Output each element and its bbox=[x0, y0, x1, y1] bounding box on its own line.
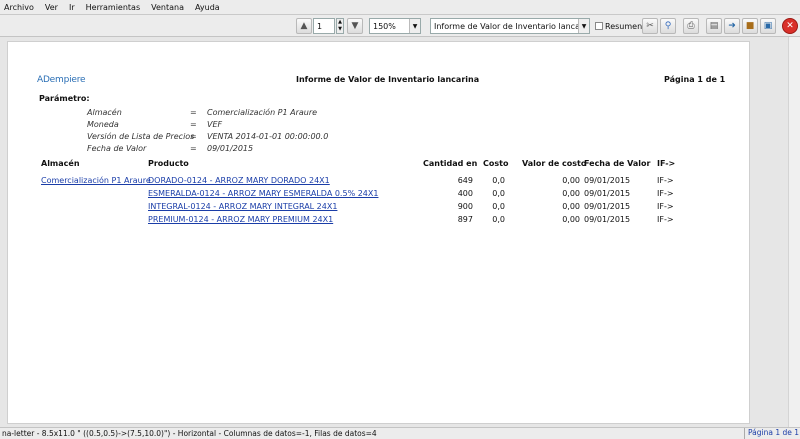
column-header-product: Producto bbox=[148, 159, 189, 168]
menu-ver[interactable]: Ver bbox=[45, 3, 58, 12]
report-viewport[interactable]: ADempiere Informe de Valor de Inventario… bbox=[0, 37, 800, 427]
date-cell: 09/01/2015 bbox=[584, 202, 631, 211]
param-heading: Parámetro: bbox=[39, 94, 90, 103]
archive-icon: ■ bbox=[745, 21, 755, 31]
param-row: Versión de Lista de Precios = VENTA 2014… bbox=[87, 132, 329, 141]
page-spinner[interactable]: ▲ ▼ bbox=[336, 18, 344, 34]
archive-button[interactable]: ■ bbox=[742, 18, 758, 34]
menu-herramientas[interactable]: Herramientas bbox=[86, 3, 141, 12]
send-button[interactable]: ➜ bbox=[724, 18, 740, 34]
quantity-cell: 900 bbox=[457, 202, 473, 211]
summary-label: Resumen bbox=[605, 22, 643, 31]
close-button[interactable]: ✕ bbox=[782, 18, 798, 34]
product-link[interactable]: DORADO-0124 - ARROZ MARY DORADO 24X1 bbox=[148, 176, 330, 185]
attach-button[interactable]: ▣ bbox=[760, 18, 776, 34]
vertical-scrollbar[interactable] bbox=[788, 37, 800, 427]
quantity-cell: 897 bbox=[457, 215, 473, 224]
export-button[interactable]: ▤ bbox=[706, 18, 722, 34]
chevron-down-icon: ▼ bbox=[578, 19, 589, 33]
send-icon: ➜ bbox=[728, 21, 736, 31]
close-icon: ✕ bbox=[786, 21, 794, 31]
column-header-cost: Costo bbox=[483, 159, 509, 168]
arrow-up-icon: ▲ bbox=[300, 21, 308, 31]
product-link[interactable]: ESMERALDA-0124 - ARROZ MARY ESMERALDA 0.… bbox=[148, 189, 378, 198]
column-header-warehouse: Almacén bbox=[41, 159, 80, 168]
column-header-cost-value: Valor de costo bbox=[522, 159, 587, 168]
find-button[interactable]: ⚲ bbox=[660, 18, 676, 34]
menu-ir[interactable]: Ir bbox=[69, 3, 75, 12]
print-button[interactable]: ⎙ bbox=[683, 18, 699, 34]
arrow-down-icon: ▼ bbox=[351, 21, 359, 31]
column-header-value-date: Fecha de Valor bbox=[584, 159, 651, 168]
column-header-if: IF-> bbox=[657, 159, 676, 168]
status-bar: na-letter - 8.5x11.0 " ((0.5,0.5)->(7.5,… bbox=[0, 427, 800, 439]
product-link[interactable]: PREMIUM-0124 - ARROZ MARY PREMIUM 24X1 bbox=[148, 215, 333, 224]
next-page-button[interactable]: ▼ bbox=[347, 18, 363, 34]
summary-checkbox[interactable] bbox=[595, 22, 603, 30]
cost-cell: 0,0 bbox=[492, 189, 505, 198]
zoom-select[interactable]: 150% ▼ bbox=[369, 18, 421, 34]
date-cell: 09/01/2015 bbox=[584, 176, 631, 185]
if-cell: IF-> bbox=[657, 189, 674, 198]
document-icon: ▣ bbox=[763, 21, 773, 31]
warehouse-link[interactable]: Comercialización P1 Araure bbox=[41, 176, 151, 185]
if-cell: IF-> bbox=[657, 202, 674, 211]
menu-bar: Archivo Ver Ir Herramientas Ventana Ayud… bbox=[0, 0, 800, 15]
if-cell: IF-> bbox=[657, 176, 674, 185]
report-title: Informe de Valor de Inventario lancarina bbox=[296, 75, 480, 84]
report-select[interactable]: Informe de Valor de Inventario lancarina… bbox=[430, 18, 590, 34]
param-row: Moneda = VEF bbox=[87, 120, 223, 129]
quantity-cell: 649 bbox=[457, 176, 473, 185]
cost-value-cell: 0,00 bbox=[562, 176, 580, 185]
status-text: na-letter - 8.5x11.0 " ((0.5,0.5)->(7.5,… bbox=[2, 429, 377, 438]
param-row: Fecha de Valor = 09/01/2015 bbox=[87, 144, 254, 153]
page-number-input[interactable]: 1 bbox=[313, 18, 335, 34]
cost-cell: 0,0 bbox=[492, 202, 505, 211]
scissors-icon: ✂ bbox=[646, 21, 654, 31]
cost-cell: 0,0 bbox=[492, 176, 505, 185]
chevron-down-icon: ▼ bbox=[409, 19, 420, 33]
previous-page-button[interactable]: ▲ bbox=[296, 18, 312, 34]
report-page: ADempiere Informe de Valor de Inventario… bbox=[7, 41, 750, 424]
column-header-quantity: Cantidad en bbox=[423, 159, 478, 168]
page-number: Página 1 de 1 bbox=[664, 75, 726, 84]
date-cell: 09/01/2015 bbox=[584, 189, 631, 198]
quantity-cell: 400 bbox=[457, 189, 473, 198]
product-link[interactable]: INTEGRAL-0124 - ARROZ MARY INTEGRAL 24X1 bbox=[148, 202, 337, 211]
param-row: Almacén = Comercialización P1 Araure bbox=[87, 108, 318, 117]
if-cell: IF-> bbox=[657, 215, 674, 224]
status-page-indicator: Página 1 de 1 bbox=[744, 428, 800, 439]
cost-value-cell: 0,00 bbox=[562, 189, 580, 198]
menu-ayuda[interactable]: Ayuda bbox=[195, 3, 220, 12]
cost-value-cell: 0,00 bbox=[562, 215, 580, 224]
export-icon: ▤ bbox=[709, 21, 719, 31]
customize-button[interactable]: ✂ bbox=[642, 18, 658, 34]
cost-cell: 0,0 bbox=[492, 215, 505, 224]
magnifier-icon: ⚲ bbox=[664, 21, 672, 31]
print-icon: ⎙ bbox=[687, 21, 695, 31]
date-cell: 09/01/2015 bbox=[584, 215, 631, 224]
menu-archivo[interactable]: Archivo bbox=[4, 3, 34, 12]
adempiere-logo: ADempiere bbox=[37, 75, 86, 85]
cost-value-cell: 0,00 bbox=[562, 202, 580, 211]
toolbar: ▲ 1 ▲ ▼ ▼ 150% ▼ Informe de Valor de Inve… bbox=[0, 15, 800, 37]
menu-ventana[interactable]: Ventana bbox=[151, 3, 184, 12]
